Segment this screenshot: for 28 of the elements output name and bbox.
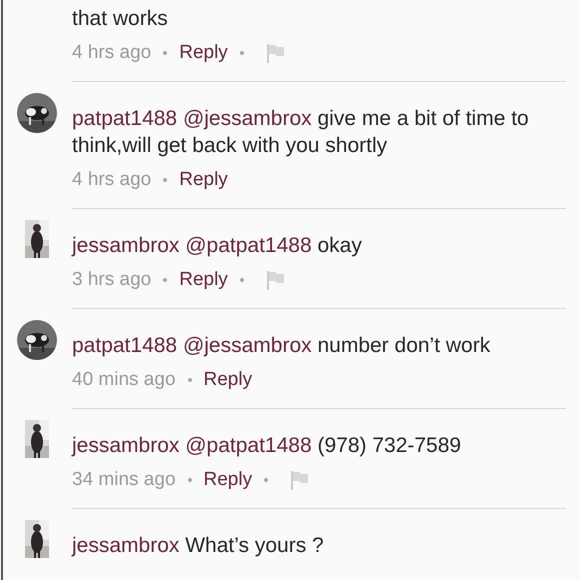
comment-text: jessambrox @patpat1488 (978) 732-7589 [72,433,462,459]
mention-link[interactable]: @jessambrox [182,107,312,130]
comment-text: that works [72,6,169,32]
flag-icon[interactable] [266,43,286,63]
reply-link[interactable]: Reply [179,42,228,64]
mention-link[interactable]: @patpat1488 [185,434,312,457]
timestamp: 4 hrs ago [72,42,152,64]
comment-text: jessambrox @patpat1488 okay [72,233,363,259]
flag-icon[interactable] [290,470,310,490]
reply-link[interactable]: Reply [179,169,228,191]
timestamp: 40 mins ago [72,369,176,391]
comment-text: patpat1488 @jessambrox give me a bit of time to think,will get back with you shortly [72,106,530,159]
comment-text: patpat1488 @jessambrox number don’t work [72,333,492,359]
mention-link[interactable]: @patpat1488 [185,234,312,257]
timestamp: 4 hrs ago [72,169,152,191]
timestamp: 34 mins ago [72,469,176,491]
username[interactable]: jessambrox [72,534,180,557]
username[interactable]: jessambrox [72,234,180,257]
username[interactable]: jessambrox [72,434,180,457]
reply-link[interactable]: Reply [204,369,252,391]
username[interactable]: patpat1488 [72,107,178,130]
timestamp: 3 hrs ago [72,269,152,291]
comment-text: jessambrox What’s yours ? [72,533,325,559]
username[interactable]: patpat1488 [72,334,178,357]
flag-icon[interactable] [266,270,286,290]
mention-link[interactable]: @jessambrox [182,334,312,357]
reply-link[interactable]: Reply [204,469,252,491]
reply-link[interactable]: Reply [179,269,228,291]
